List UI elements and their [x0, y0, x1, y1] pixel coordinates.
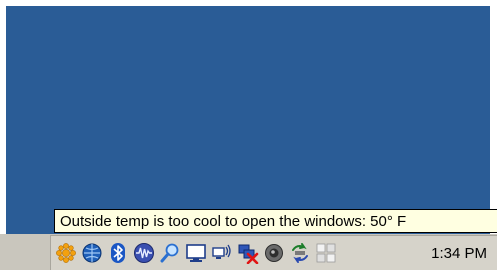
- monitor-icon[interactable]: [185, 242, 207, 264]
- weather-sun-icon[interactable]: [55, 242, 77, 264]
- wireless-network-icon[interactable]: [211, 242, 233, 264]
- sync-icon[interactable]: [289, 242, 311, 264]
- bluetooth-icon[interactable]: [107, 242, 129, 264]
- grid-app-icon[interactable]: [315, 242, 337, 264]
- system-tray: 1:34 PM: [50, 235, 497, 270]
- network-disconnected-icon[interactable]: [237, 242, 259, 264]
- tooltip-balloon: Outside temp is too cool to open the win…: [54, 209, 497, 233]
- search-magnifier-icon[interactable]: [159, 242, 181, 264]
- desktop-background[interactable]: [6, 6, 490, 234]
- clock[interactable]: 1:34 PM: [431, 236, 487, 271]
- volume-speaker-icon[interactable]: [263, 242, 285, 264]
- network-globe-icon[interactable]: [81, 242, 103, 264]
- audio-wave-icon[interactable]: [133, 242, 155, 264]
- tooltip-text: Outside temp is too cool to open the win…: [60, 213, 407, 230]
- screenshot-frame: 1:34 PM Outside temp is too cool to open…: [0, 0, 497, 275]
